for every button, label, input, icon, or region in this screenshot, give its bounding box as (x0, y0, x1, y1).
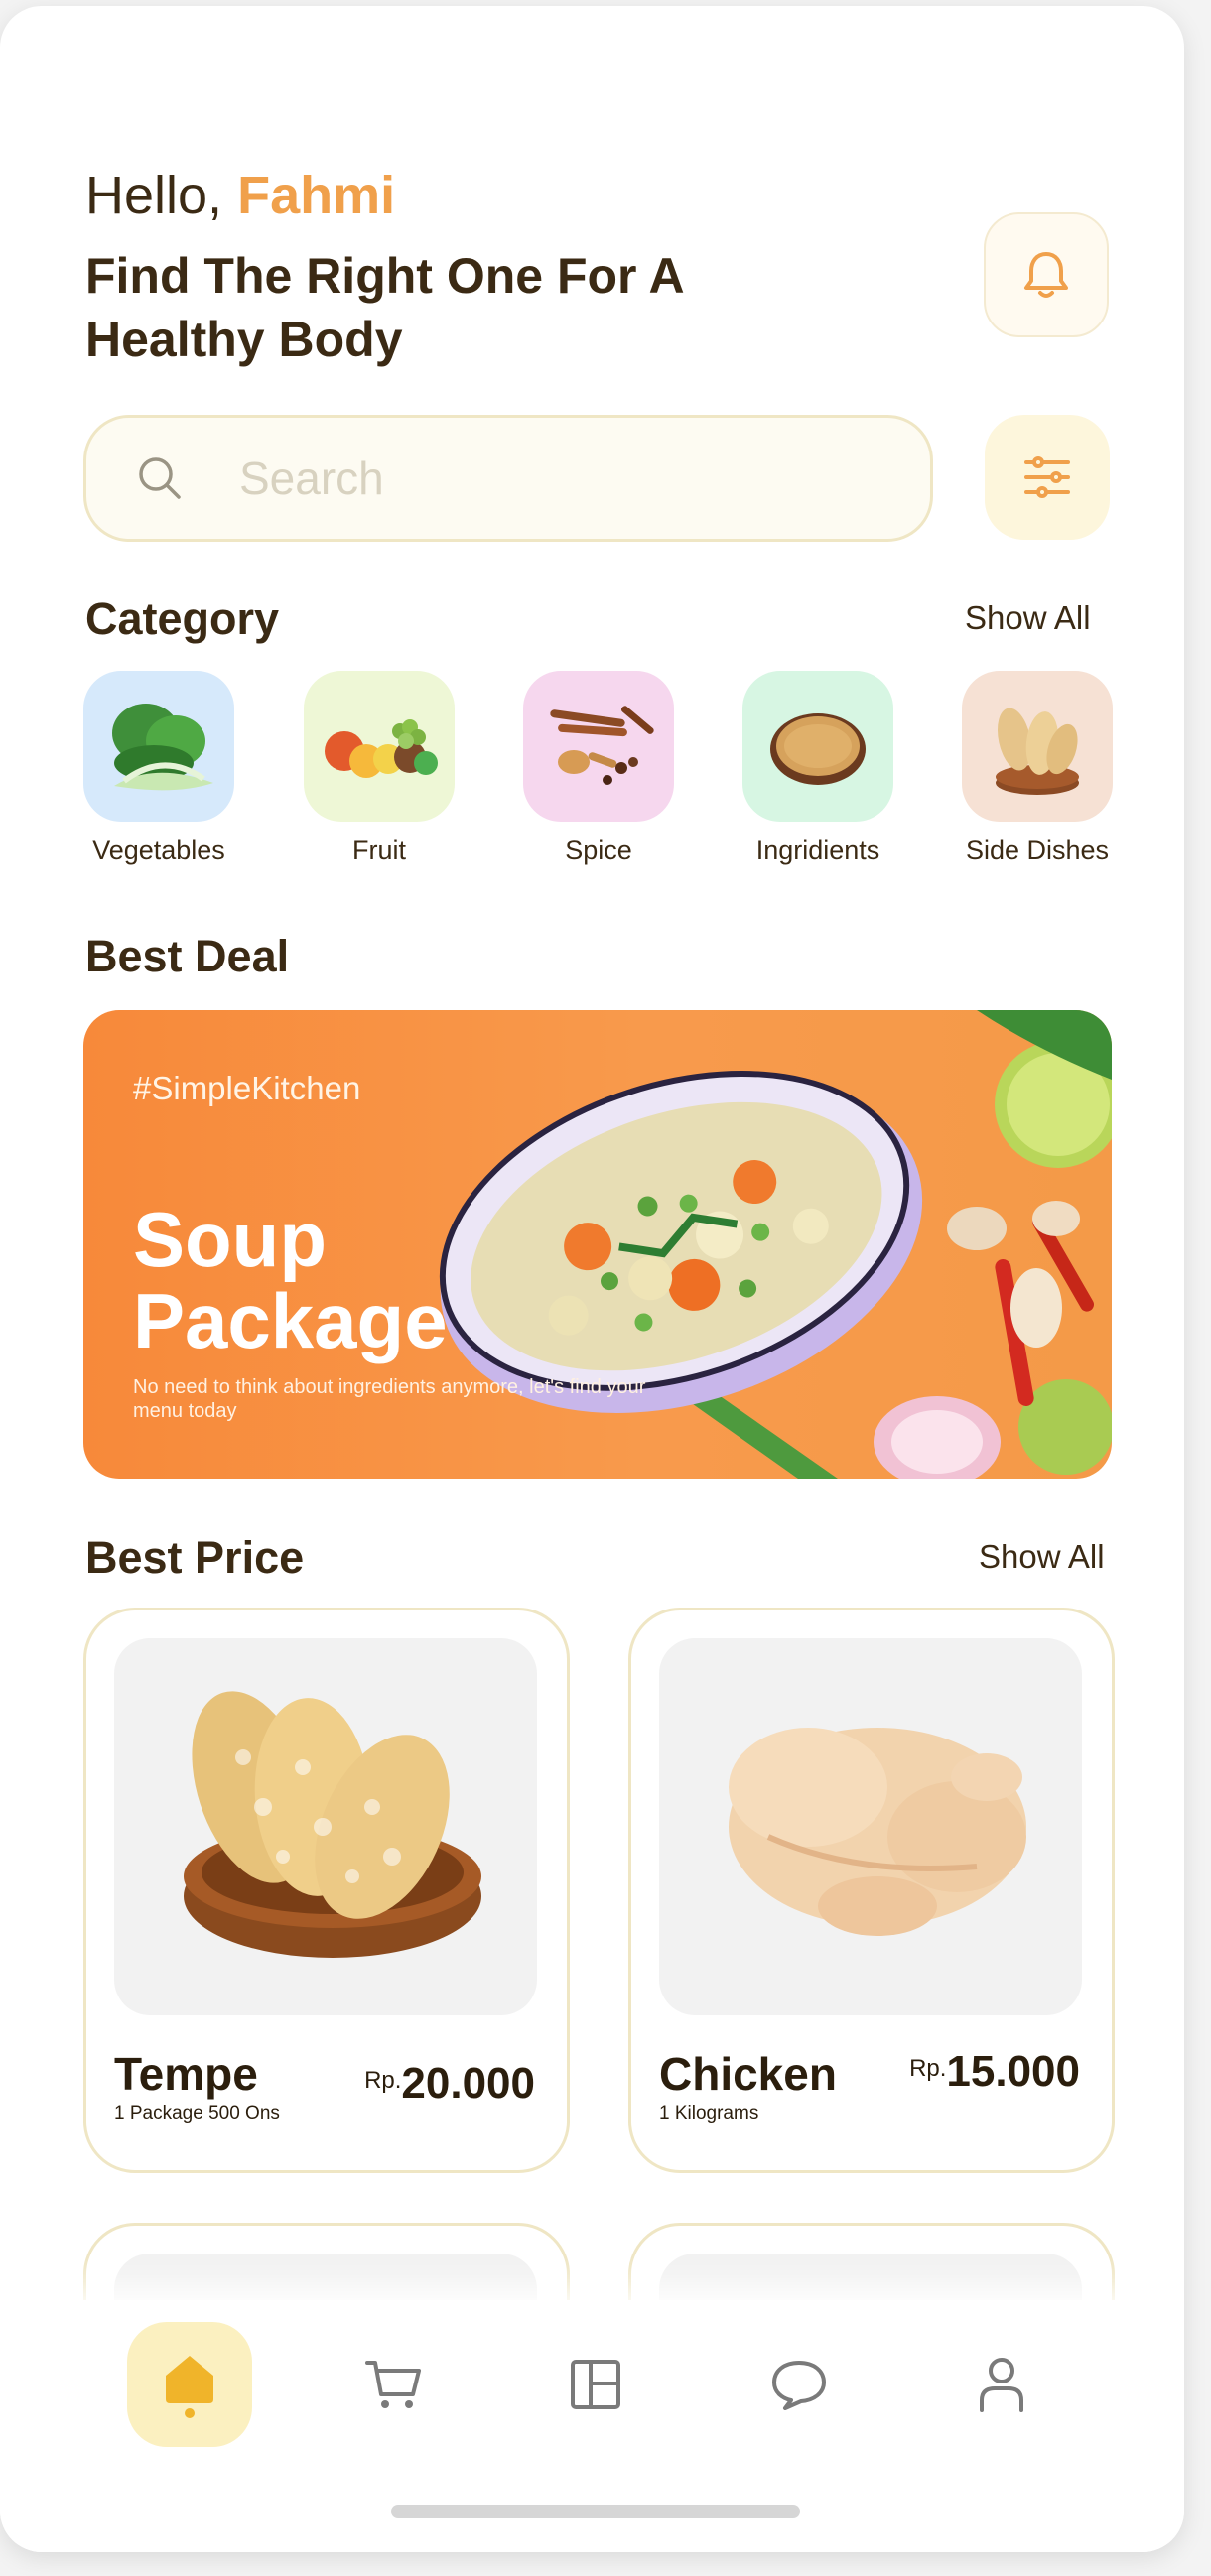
category-item-vegetables[interactable]: Vegetables (83, 671, 234, 866)
category-label: Side Dishes (965, 836, 1110, 865)
best-deal-title: Best Deal (85, 931, 290, 981)
product-price: Rp.15.000 (909, 2047, 1080, 2097)
category-item-side-dishes[interactable]: Side Dishes (962, 671, 1113, 866)
price-currency: Rp. (909, 2055, 947, 2082)
price-currency: Rp. (364, 2067, 402, 2094)
spice-icon (550, 706, 654, 785)
category-tile (742, 671, 893, 822)
product-unit: 1 Kilograms (659, 2103, 759, 2124)
nav-home[interactable] (127, 2322, 252, 2447)
category-tile (83, 671, 234, 822)
price-value: 15.000 (946, 2047, 1080, 2096)
banner-description: No need to think about ingredients anymo… (133, 1376, 646, 1422)
category-label: Spice (565, 836, 632, 865)
nav-chat[interactable] (737, 2322, 862, 2447)
filter-button[interactable] (985, 415, 1110, 540)
ingredients-icon (770, 713, 866, 785)
notification-button[interactable] (984, 212, 1109, 337)
filter-sliders-icon (1024, 456, 1070, 498)
category-label: Ingridients (755, 836, 880, 865)
category-item-spice[interactable]: Spice (523, 671, 674, 866)
product-price: Rp.20.000 (364, 2059, 535, 2109)
category-tile (962, 671, 1113, 822)
chicken-image (659, 1638, 1082, 2015)
category-item-fruit[interactable]: Fruit (304, 671, 455, 866)
page-title: Find The Right One For A Healthy Body (85, 248, 683, 367)
category-item-ingridients[interactable]: Ingridients (742, 671, 893, 866)
banner-tag: #SimpleKitchen (133, 1070, 361, 1106)
category-tile (304, 671, 455, 822)
nav-cart[interactable] (331, 2322, 456, 2447)
search-input[interactable] (237, 451, 837, 506)
search-bar (83, 415, 933, 542)
greeting-text: Hello, (85, 166, 223, 225)
best-price-show-all-link[interactable]: Show All (979, 1538, 1105, 1576)
product-name: Tempe (114, 2048, 258, 2100)
bell-icon (1024, 252, 1068, 298)
best-price-title: Best Price (85, 1532, 305, 1583)
chat-icon (772, 2361, 826, 2410)
home-indicator (391, 2505, 800, 2518)
fruit-icon (325, 719, 438, 778)
category-label: Fruit (352, 836, 406, 865)
search-icon (130, 449, 190, 508)
app-screen: Hello, Fahmi Find The Right One For A He… (0, 6, 1184, 2552)
category-label: Vegetables (92, 836, 225, 865)
price-value: 20.000 (401, 2059, 535, 2108)
product-card-tempe[interactable]: Tempe 1 Package 500 Ons Rp.20.000 (83, 1608, 570, 2173)
side-dishes-icon (996, 708, 1079, 795)
nav-layout[interactable] (533, 2322, 658, 2447)
category-tile (523, 671, 674, 822)
product-card-chicken[interactable]: Chicken 1 Kilograms Rp.15.000 (628, 1608, 1115, 2173)
greeting: Hello, Fahmi (85, 165, 395, 226)
category-title: Category (85, 593, 280, 644)
home-icon (166, 2356, 213, 2418)
soup-package-banner[interactable]: #SimpleKitchen Soup Package No need to t… (83, 1010, 1112, 1479)
layout-icon (571, 2360, 620, 2409)
product-unit: 1 Package 500 Ons (114, 2103, 280, 2124)
cart-icon (365, 2361, 421, 2408)
tempe-image (114, 1638, 537, 2015)
category-show-all-link[interactable]: Show All (965, 599, 1091, 637)
vegetables-icon (112, 704, 213, 791)
banner-title: Soup Package (133, 1196, 448, 1364)
profile-icon (980, 2358, 1023, 2412)
nav-profile[interactable] (939, 2322, 1064, 2447)
product-name: Chicken (659, 2048, 837, 2100)
user-name: Fahmi (237, 166, 396, 225)
